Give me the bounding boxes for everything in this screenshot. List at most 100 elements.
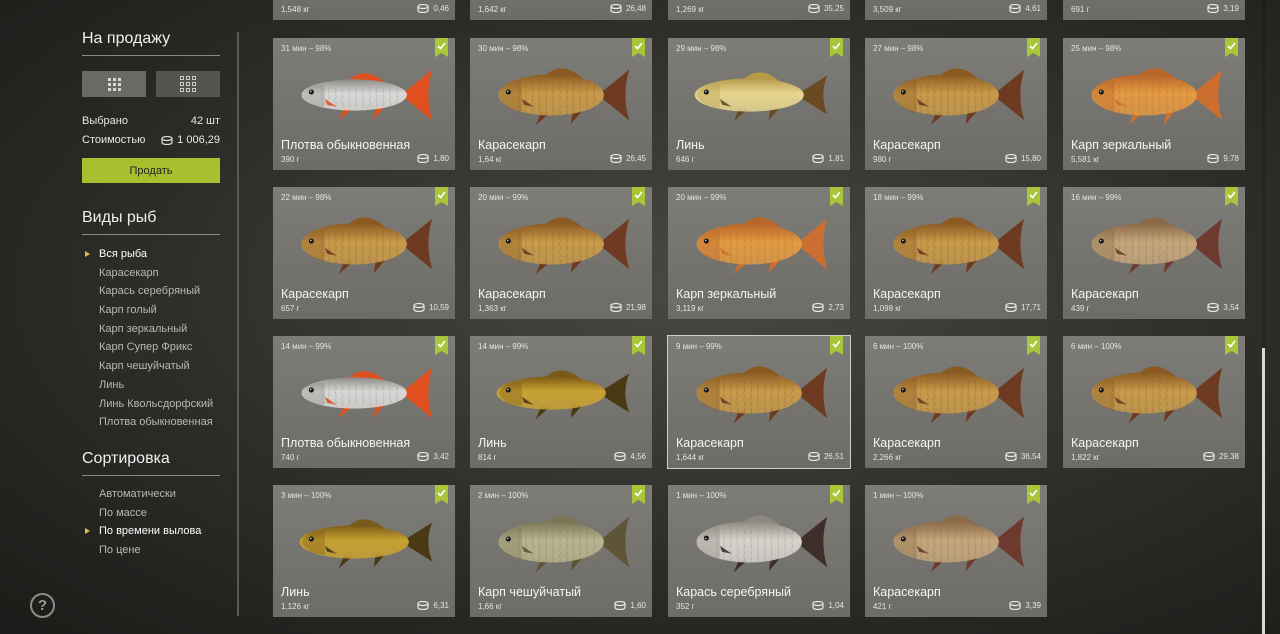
fish-card[interactable]: 3,509 кг 4,61 bbox=[865, 0, 1047, 20]
catch-time: 20 мин – 99% bbox=[676, 193, 727, 202]
fish-image bbox=[893, 366, 1025, 424]
catch-time: 9 мин – 99% bbox=[676, 342, 722, 351]
check-flag-icon bbox=[1027, 38, 1040, 57]
fish-card[interactable]: 14 мин – 99% Плотва обыкновенная 740 г 3… bbox=[273, 336, 455, 468]
fish-image bbox=[301, 367, 433, 419]
catch-time: 30 мин – 98% bbox=[478, 44, 529, 53]
fish-name: Карасекарп bbox=[1071, 436, 1139, 450]
fish-weight: 421 г bbox=[873, 602, 892, 611]
fish-card[interactable]: 1 мин – 100% Карасекарп 421 г 3,39 bbox=[865, 485, 1047, 617]
catch-time: 3 мин – 100% bbox=[281, 491, 332, 500]
fish-price: 4,56 bbox=[614, 452, 646, 461]
fish-card[interactable]: 14 мин – 99% Линь 814 г 4,56 bbox=[470, 336, 652, 468]
check-flag-icon bbox=[1027, 485, 1040, 504]
fish-card[interactable]: 1,642 кг 26,48 bbox=[470, 0, 652, 20]
fish-price: 2,73 bbox=[812, 303, 844, 312]
fish-card[interactable]: 1 мин – 100% Карась серебряный 352 г 1,0… bbox=[668, 485, 850, 617]
fish-card[interactable]: 31 мин – 98% Плотва обыкновенная 390 г 1… bbox=[273, 38, 455, 170]
fish-weight: 390 г bbox=[281, 155, 300, 164]
fish-card[interactable]: 691 г 3,19 bbox=[1063, 0, 1245, 20]
fish-price: 4,61 bbox=[1009, 4, 1041, 13]
fish-weight: 980 г bbox=[873, 155, 892, 164]
fish-weight: 1,126 кг bbox=[281, 602, 310, 611]
fish-card[interactable]: 22 мин – 98% Карасекарп 657 г 10,59 bbox=[273, 187, 455, 319]
fish-weight: 352 г bbox=[676, 602, 695, 611]
fish-weight: 439 г bbox=[1071, 304, 1090, 313]
fish-image bbox=[498, 68, 630, 126]
check-flag-icon bbox=[1027, 336, 1040, 355]
fish-name: Плотва обыкновенная bbox=[281, 436, 411, 450]
scrollbar-thumb[interactable] bbox=[1262, 348, 1265, 634]
fish-grid: 1,548 кг 0,46 1,642 кг 26,48 1,269 кг 35… bbox=[0, 0, 1280, 634]
fish-card[interactable]: 27 мин – 98% Карасекарп 980 г 15,80 bbox=[865, 38, 1047, 170]
money-icon bbox=[417, 4, 430, 13]
money-icon bbox=[1009, 601, 1022, 610]
fish-card[interactable]: 30 мин – 98% Карасекарп 1,64 кг 26,45 bbox=[470, 38, 652, 170]
check-flag-icon bbox=[830, 336, 843, 355]
catch-time: 16 мин – 99% bbox=[1071, 193, 1122, 202]
fish-name: Карасекарп bbox=[478, 138, 546, 152]
catch-time: 25 мин – 98% bbox=[1071, 44, 1122, 53]
money-icon bbox=[417, 154, 430, 163]
fish-card[interactable]: 20 мин – 99% Карп зеркальный 3,119 кг 2,… bbox=[668, 187, 850, 319]
fish-weight: 2,266 кг bbox=[873, 453, 902, 462]
fish-price: 26,51 bbox=[808, 452, 844, 461]
fish-card[interactable]: 1,269 кг 35,25 bbox=[668, 0, 850, 20]
fish-card[interactable]: 25 мин – 98% Карп зеркальный 5,581 кг 9,… bbox=[1063, 38, 1245, 170]
money-icon bbox=[1203, 452, 1215, 461]
fish-card[interactable]: 20 мин – 99% Карасекарп 1,363 кг 21,98 bbox=[470, 187, 652, 319]
fish-card[interactable]: 6 мин – 100% Карасекарп 2,266 кг 36,54 bbox=[865, 336, 1047, 468]
fish-weight: 3,119 кг bbox=[676, 304, 705, 313]
fish-name: Карасекарп bbox=[281, 287, 349, 301]
money-icon bbox=[614, 601, 627, 610]
fish-weight: 5,581 кг bbox=[1071, 155, 1100, 164]
fish-name: Линь bbox=[676, 138, 705, 152]
fish-card[interactable]: 18 мин – 99% Карасекарп 1,098 кг 17,71 bbox=[865, 187, 1047, 319]
fish-weight: 1,269 кг bbox=[676, 5, 705, 14]
fish-card[interactable]: 9 мин – 99% Карасекарп 1,644 кг 26,51 bbox=[667, 335, 851, 469]
fish-price: 1,81 bbox=[812, 154, 844, 163]
fish-card[interactable]: 29 мин – 98% Линь 646 г 1,81 bbox=[668, 38, 850, 170]
money-icon bbox=[812, 303, 825, 312]
fish-image bbox=[498, 217, 630, 275]
fish-card[interactable]: 16 мин – 99% Карасекарп 439 г 3,54 bbox=[1063, 187, 1245, 319]
fish-image bbox=[498, 515, 630, 573]
fish-name: Линь bbox=[281, 585, 310, 599]
fish-weight: 1,548 кг bbox=[281, 5, 310, 14]
fish-price: 3,39 bbox=[1009, 601, 1041, 610]
fish-price: 9,78 bbox=[1207, 154, 1239, 163]
fish-card[interactable]: 2 мин – 100% Карп чешуйчатый 1,66 кг 1,6… bbox=[470, 485, 652, 617]
fish-card[interactable]: 6 мин – 100% Карасекарп 1,822 кг 29,38 bbox=[1063, 336, 1245, 468]
check-flag-icon bbox=[632, 187, 645, 206]
fish-image bbox=[1091, 217, 1223, 275]
catch-time: 6 мин – 100% bbox=[1071, 342, 1122, 351]
fish-weight: 1,644 кг bbox=[676, 453, 705, 462]
fish-name: Карасекарп bbox=[873, 436, 941, 450]
fish-name: Карасекарп bbox=[478, 287, 546, 301]
fish-name: Карасекарп bbox=[1071, 287, 1139, 301]
fish-price: 3,54 bbox=[1207, 303, 1239, 312]
fish-name: Карась серебряный bbox=[676, 585, 791, 599]
money-icon bbox=[614, 452, 627, 461]
catch-time: 1 мин – 100% bbox=[676, 491, 727, 500]
fish-price: 29,38 bbox=[1203, 452, 1239, 461]
catch-time: 22 мин – 98% bbox=[281, 193, 332, 202]
fish-image bbox=[1091, 68, 1223, 126]
money-icon bbox=[417, 601, 430, 610]
fish-card[interactable]: 1,548 кг 0,46 bbox=[273, 0, 455, 20]
money-icon bbox=[1207, 4, 1220, 13]
fish-price: 21,98 bbox=[610, 303, 646, 312]
check-flag-icon bbox=[632, 336, 645, 355]
fish-image bbox=[694, 72, 828, 122]
fish-card[interactable]: 3 мин – 100% Линь 1,126 кг 6,31 bbox=[273, 485, 455, 617]
check-flag-icon bbox=[830, 187, 843, 206]
check-flag-icon bbox=[435, 336, 448, 355]
catch-time: 20 мин – 99% bbox=[478, 193, 529, 202]
fish-weight: 1,822 кг bbox=[1071, 453, 1100, 462]
fish-name: Карп зеркальный bbox=[1071, 138, 1172, 152]
catch-time: 1 мин – 100% bbox=[873, 491, 924, 500]
fish-name: Плотва обыкновенная bbox=[281, 138, 411, 152]
check-flag-icon bbox=[632, 38, 645, 57]
check-flag-icon bbox=[1027, 187, 1040, 206]
money-icon bbox=[1005, 452, 1017, 461]
